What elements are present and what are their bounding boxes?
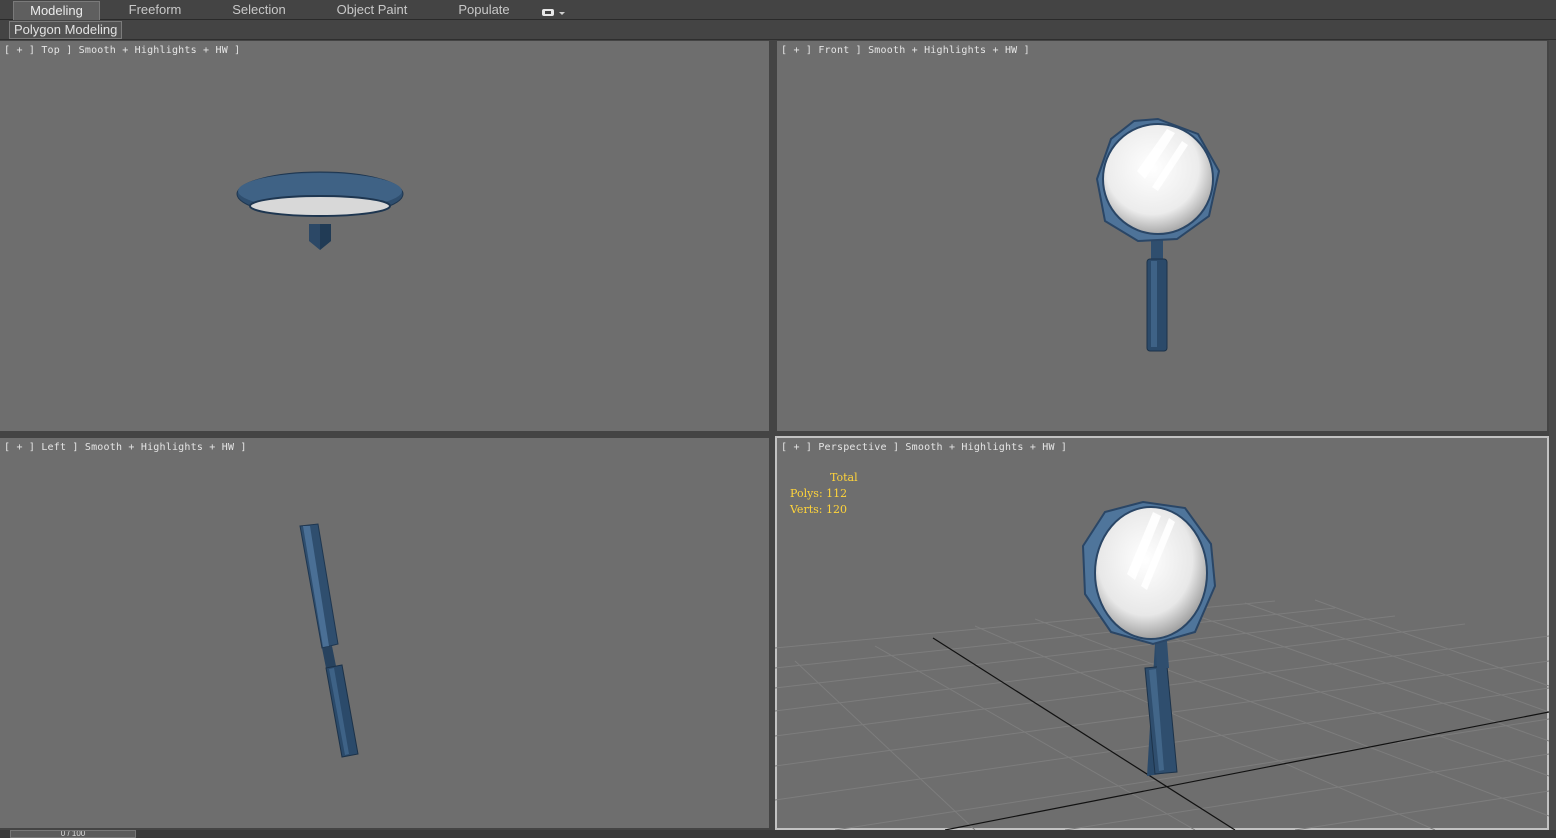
viewport-left[interactable]: [ + ] Left ] Smooth + Highlights + HW ] xyxy=(0,438,769,828)
viewport-perspective[interactable]: [ + ] Perspective ] Smooth + Highlights … xyxy=(775,436,1549,830)
ribbon-options-dropdown[interactable] xyxy=(540,4,568,16)
ribbon-options-icon xyxy=(542,9,565,16)
ribbon-tab-bar: Modeling Freeform Selection Object Paint… xyxy=(0,0,1556,20)
tab-populate[interactable]: Populate xyxy=(446,1,522,20)
stats-total-label: Total xyxy=(830,471,858,484)
tab-freeform[interactable]: Freeform xyxy=(115,1,195,20)
tab-object-paint[interactable]: Object Paint xyxy=(326,1,418,20)
viewport-top[interactable]: [ + ] Top ] Smooth + Highlights + HW ] xyxy=(0,41,769,431)
perspective-scene xyxy=(775,500,1549,830)
magnifier-left-view xyxy=(299,523,359,758)
stats-polys: Polys: 112 xyxy=(790,487,848,500)
tab-modeling[interactable]: Modeling xyxy=(13,1,100,20)
magnifier-top-view xyxy=(236,171,404,250)
timeline-bar xyxy=(0,830,1556,838)
stats-verts: Verts: 120 xyxy=(790,503,847,516)
right-panel-scrollbar[interactable] xyxy=(1549,40,1556,830)
tab-selection[interactable]: Selection xyxy=(220,1,298,20)
polygon-modeling-button[interactable]: Polygon Modeling xyxy=(9,21,123,39)
scene-statistics: Total Polys: 112 Verts: 120 xyxy=(790,470,858,518)
viewport-front[interactable]: [ + ] Front ] Smooth + Highlights + HW ] xyxy=(777,41,1547,431)
magnifier-front-view xyxy=(1095,117,1221,352)
time-slider[interactable]: 0 / 100 xyxy=(10,830,136,838)
ribbon-subbar: Polygon Modeling xyxy=(0,20,1556,40)
